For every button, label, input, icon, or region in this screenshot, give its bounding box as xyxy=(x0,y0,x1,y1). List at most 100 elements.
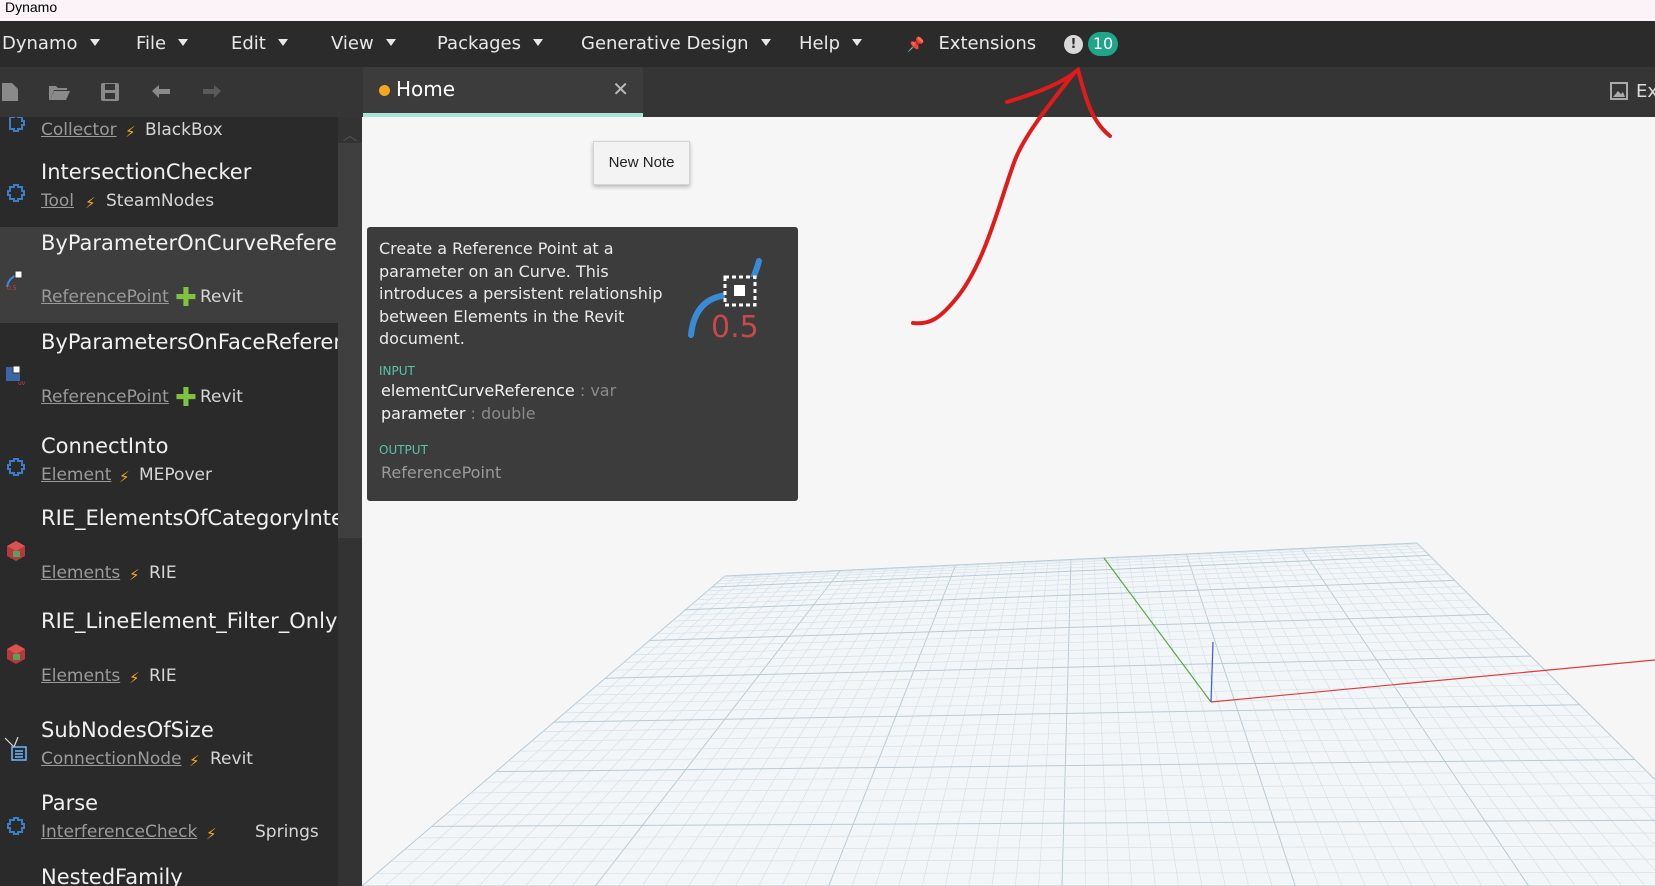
node-category[interactable]: InterferenceCheck xyxy=(41,822,197,842)
window-title: Dynamo xyxy=(0,0,1655,21)
plus-icon: ✚ xyxy=(175,283,197,313)
node-category[interactable]: Collector xyxy=(41,120,117,140)
node-title: Parse xyxy=(41,791,99,815)
menu-label: Generative Design xyxy=(581,33,749,54)
menu-label: Dynamo xyxy=(2,33,78,54)
node-package: SteamNodes xyxy=(106,191,215,211)
node-category[interactable]: Elements xyxy=(41,563,120,583)
lightning-icon: ⚡ xyxy=(206,825,217,843)
chevron-down-icon xyxy=(385,39,396,46)
list-item[interactable]: ConnectInto Element ⚡ MEPover xyxy=(0,433,338,503)
category-cube-icon xyxy=(7,644,25,664)
menu-generative-design[interactable]: Generative Design xyxy=(581,21,771,67)
image-export-icon xyxy=(1610,82,1628,100)
reference-point-face-icon: uv xyxy=(6,365,26,387)
tooltip-input-header: INPUT xyxy=(379,364,415,378)
lightning-icon: ⚡ xyxy=(189,752,200,770)
menu-label: Edit xyxy=(231,33,266,54)
list-item[interactable]: RIE_ElementsOfCategoryInte Elements ⚡ RI… xyxy=(0,505,338,601)
menu-file[interactable]: File xyxy=(136,21,189,67)
notification-icon[interactable]: ! xyxy=(1064,35,1083,54)
node-title: RIE_LineElement_Filter_Only xyxy=(41,609,338,633)
menu-packages[interactable]: Packages xyxy=(437,21,543,67)
node-package: Revit xyxy=(210,749,253,769)
icon-value: 0.5 xyxy=(711,310,759,340)
new-note-menu-item[interactable]: New Note xyxy=(593,141,690,185)
tab-home[interactable]: Home ✕ xyxy=(363,67,643,117)
node-title: RIE_ElementsOfCategoryInte xyxy=(41,506,338,530)
node-title: ConnectInto xyxy=(41,434,169,458)
list-item[interactable]: IntersectionChecker Tool ⚡ SteamNodes xyxy=(0,159,338,229)
export-button[interactable]: Ex xyxy=(1610,81,1655,103)
list-item[interactable]: 0.5 ByParameterOnCurveReferen ReferenceP… xyxy=(0,227,338,323)
node-category[interactable]: Element xyxy=(41,465,111,485)
tooltip-output-header: OUTPUT xyxy=(379,443,428,457)
category-cube-icon xyxy=(7,541,25,561)
library-scrollbar-thumb[interactable] xyxy=(338,143,362,538)
node-package: Revit xyxy=(200,387,243,407)
node-title: IntersectionChecker xyxy=(41,160,252,184)
open-folder-icon[interactable] xyxy=(48,81,70,103)
param-type: : var xyxy=(574,381,617,400)
menu-edit[interactable]: Edit xyxy=(231,21,288,67)
menu-label: Extensions xyxy=(938,33,1037,54)
param-type: : double xyxy=(465,404,536,423)
node-package: BlackBox xyxy=(145,120,223,140)
node-title: ByParameterOnCurveReferen xyxy=(41,231,338,255)
puzzle-icon xyxy=(9,117,25,132)
close-icon[interactable]: ✕ xyxy=(612,67,629,111)
new-file-icon[interactable] xyxy=(0,81,22,103)
node-tooltip: Create a Reference Point at a parameter … xyxy=(367,227,798,501)
list-item[interactable]: Collector ⚡ BlackBox xyxy=(0,117,338,161)
node-title: ByParametersOnFaceReferen xyxy=(41,330,338,354)
node-category[interactable]: ConnectionNode xyxy=(41,749,182,769)
tab-label: Home xyxy=(396,77,456,101)
puzzle-icon xyxy=(7,458,25,476)
param-name: parameter xyxy=(381,404,466,423)
lightning-icon: ⚡ xyxy=(85,194,96,212)
unsaved-dot-icon xyxy=(379,85,390,96)
menu-view[interactable]: View xyxy=(331,21,396,67)
chevron-down-icon xyxy=(760,39,771,46)
save-icon[interactable] xyxy=(99,81,121,103)
toolbar: Home ✕ Ex xyxy=(0,67,1655,117)
menu-help[interactable]: Help xyxy=(799,21,863,67)
puzzle-icon xyxy=(7,817,25,835)
plus-icon: ✚ xyxy=(175,383,197,413)
list-item[interactable]: RIE_LineElement_Filter_Only Elements ⚡ R… xyxy=(0,608,338,704)
list-item[interactable]: NestedFamily xyxy=(0,865,338,886)
node-package: Revit xyxy=(200,287,243,307)
list-tree-icon xyxy=(4,737,27,761)
menu-dynamo[interactable]: Dynamo xyxy=(2,21,100,67)
node-library: Collector ⚡ BlackBox IntersectionChecker… xyxy=(0,117,338,886)
list-item[interactable]: uv ByParametersOnFaceReferen ReferencePo… xyxy=(0,329,338,425)
lightning-icon: ⚡ xyxy=(129,669,140,687)
reference-point-curve-icon: 0.5 xyxy=(6,270,23,291)
notification-count-badge[interactable]: 10 xyxy=(1088,32,1118,56)
node-category[interactable]: ReferencePoint xyxy=(41,387,169,407)
chevron-down-icon xyxy=(178,39,189,46)
node-category[interactable]: Tool xyxy=(41,191,74,211)
svg-text:uv: uv xyxy=(18,380,26,387)
list-item[interactable]: Parse InterferenceCheck ⚡ Springs xyxy=(0,790,338,860)
node-category[interactable]: Elements xyxy=(41,666,120,686)
chevron-down-icon xyxy=(852,39,863,46)
node-title: NestedFamily xyxy=(41,865,183,886)
node-category[interactable]: ReferencePoint xyxy=(41,287,169,307)
undo-icon[interactable] xyxy=(150,81,172,103)
dynamo-window: Dynamo Dynamo File Edit View Packages Ge… xyxy=(0,0,1655,886)
tooltip-output: ReferencePoint xyxy=(381,463,502,482)
chevron-up-icon[interactable]: ︿ xyxy=(343,125,357,145)
node-title: SubNodesOfSize xyxy=(41,718,214,742)
node-package: MEPover xyxy=(139,465,212,485)
menu-label: Help xyxy=(799,33,841,54)
node-package: RIE xyxy=(149,666,177,686)
redo-icon[interactable] xyxy=(201,81,223,103)
export-label: Ex xyxy=(1636,81,1655,102)
list-item[interactable]: SubNodesOfSize ConnectionNode ⚡ Revit xyxy=(0,717,338,787)
tooltip-input-param: elementCurveReference : var xyxy=(381,381,616,400)
chevron-down-icon xyxy=(533,39,543,46)
tooltip-description: Create a Reference Point at a parameter … xyxy=(379,239,663,348)
menu-extensions[interactable]: 📌 Extensions xyxy=(907,21,1036,67)
reference-point-curve-icon: 0.5 xyxy=(688,258,762,340)
